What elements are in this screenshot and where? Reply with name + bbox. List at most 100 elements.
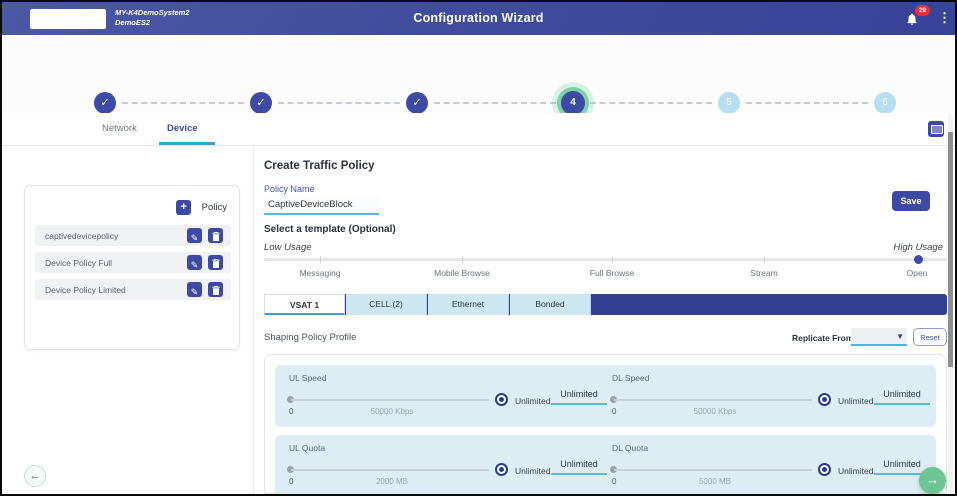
edit-icon: ✎ bbox=[191, 260, 199, 270]
ul-quota-value-field[interactable]: Unlimited bbox=[551, 459, 607, 475]
window-icon[interactable] bbox=[928, 121, 944, 137]
dl-speed-label: DL Speed bbox=[612, 373, 650, 383]
configuration-wizard-window: MY-K4DemoSystem2 DemoES2 Configuration W… bbox=[0, 0, 957, 496]
dl-speed-unlimited-radio[interactable] bbox=[818, 393, 831, 406]
policy-list-item[interactable]: captivedevicepolicy ✎ bbox=[35, 225, 231, 246]
step-general-settings-circle[interactable]: 6 bbox=[874, 92, 896, 114]
trash-icon bbox=[212, 286, 220, 295]
ul-quota-slider-track[interactable] bbox=[291, 469, 489, 471]
edit-icon: ✎ bbox=[191, 233, 199, 243]
scrollbar[interactable] bbox=[948, 114, 953, 494]
quota-card: UL Quota 0 2000 MB Unlimited Unlimited D… bbox=[275, 435, 936, 494]
template-option-messaging[interactable]: Messaging bbox=[299, 268, 340, 278]
policy-name: captivedevicepolicy bbox=[45, 231, 118, 241]
add-policy-button[interactable]: + Policy bbox=[176, 199, 227, 215]
reset-button[interactable]: Reset bbox=[913, 328, 947, 346]
low-usage-label: Low Usage bbox=[264, 242, 312, 253]
view-tab-bar: Network Device bbox=[2, 113, 955, 146]
template-slider-track[interactable] bbox=[264, 258, 947, 261]
edit-policy-button[interactable]: ✎ bbox=[187, 255, 202, 270]
step-firewall-circle[interactable]: 5 bbox=[718, 92, 740, 114]
dl-quota-slider-track[interactable] bbox=[614, 469, 812, 471]
dl-quota-unlimited-label: Unlimited bbox=[838, 466, 873, 476]
step-access-networks-circle[interactable]: ✓ bbox=[250, 92, 272, 114]
tab-network[interactable]: Network bbox=[102, 123, 137, 134]
ul-speed-section: UL Speed 0 50000 Kbps Unlimited Unlimite… bbox=[287, 365, 607, 427]
step-interfaces-circle[interactable]: ✓ bbox=[94, 92, 116, 114]
chevron-down-icon: ▼ bbox=[896, 332, 904, 341]
dl-quota-unlimited-radio[interactable] bbox=[818, 463, 831, 476]
add-policy-label: Policy bbox=[202, 202, 227, 213]
overflow-menu-button[interactable]: ⋮ bbox=[938, 9, 951, 27]
dl-quota-section: DL Quota 0 5000 MB Unlimited Unlimited bbox=[610, 435, 930, 494]
policy-list-item[interactable]: Device Policy Limited ✎ bbox=[35, 279, 231, 300]
template-slider-handle[interactable] bbox=[914, 255, 923, 264]
speed-card: UL Speed 0 50000 Kbps Unlimited Unlimite… bbox=[275, 365, 936, 427]
wan-tab-bonded[interactable]: Bonded bbox=[510, 294, 591, 315]
back-button[interactable]: ← bbox=[24, 465, 46, 487]
next-button[interactable]: → bbox=[919, 467, 946, 494]
ul-speed-max: 50000 Kbps bbox=[332, 407, 452, 416]
replicate-from-label: Replicate From: bbox=[792, 333, 856, 343]
delete-policy-button[interactable] bbox=[208, 228, 223, 243]
ul-speed-min: 0 bbox=[289, 407, 293, 416]
template-option-stream[interactable]: Stream bbox=[750, 268, 777, 278]
shaping-policy-profile-label: Shaping Policy Profile bbox=[264, 332, 356, 343]
ul-quota-label: UL Quota bbox=[289, 443, 325, 453]
create-traffic-policy-title: Create Traffic Policy bbox=[264, 160, 375, 172]
template-option-mobile-browse[interactable]: Mobile Browse bbox=[434, 268, 490, 278]
step-connector bbox=[434, 102, 556, 104]
ul-quota-unlimited-label: Unlimited bbox=[515, 466, 550, 476]
trash-icon bbox=[212, 259, 220, 268]
check-icon: ✓ bbox=[256, 97, 265, 109]
slider-tick bbox=[612, 256, 613, 263]
ul-quota-unlimited-radio[interactable] bbox=[495, 463, 508, 476]
delete-policy-button[interactable] bbox=[208, 255, 223, 270]
check-icon: ✓ bbox=[412, 97, 421, 109]
wan-tab-ethernet[interactable]: Ethernet bbox=[428, 294, 509, 315]
wan-tab-cell[interactable]: CELL (2) bbox=[346, 294, 427, 315]
edit-policy-button[interactable]: ✎ bbox=[187, 282, 202, 297]
policy-name-input[interactable] bbox=[264, 196, 379, 215]
edit-policy-button[interactable]: ✎ bbox=[187, 228, 202, 243]
ul-speed-value-field[interactable]: Unlimited bbox=[551, 389, 607, 405]
policy-name-label: Policy Name bbox=[264, 184, 315, 194]
delete-policy-button[interactable] bbox=[208, 282, 223, 297]
ul-speed-unlimited-radio[interactable] bbox=[495, 393, 508, 406]
policy-list-item[interactable]: Device Policy Full ✎ bbox=[35, 252, 231, 273]
slider-tick bbox=[764, 256, 765, 263]
save-button[interactable]: Save bbox=[892, 191, 930, 211]
dl-speed-max: 50000 Kbps bbox=[655, 407, 775, 416]
ul-quota-section: UL Quota 0 2000 MB Unlimited Unlimited bbox=[287, 435, 607, 494]
wan-tab-bar: VSAT 1 CELL (2) Ethernet Bonded bbox=[264, 294, 947, 315]
trash-icon bbox=[212, 232, 220, 241]
dl-speed-unlimited-label: Unlimited bbox=[838, 396, 873, 406]
replicate-from-select[interactable]: ▼ bbox=[851, 328, 907, 346]
step-wan-profiles-circle[interactable]: ✓ bbox=[406, 92, 428, 114]
policy-name: Device Policy Full bbox=[45, 258, 112, 268]
dl-speed-value-field[interactable]: Unlimited bbox=[874, 389, 930, 405]
shaping-profile-container: UL Speed 0 50000 Kbps Unlimited Unlimite… bbox=[264, 354, 947, 494]
app-header: MY-K4DemoSystem2 DemoES2 Configuration W… bbox=[2, 2, 955, 35]
tab-device[interactable]: Device bbox=[167, 123, 198, 134]
template-option-full-browse[interactable]: Full Browse bbox=[590, 268, 634, 278]
notification-count-badge: 29 bbox=[915, 5, 930, 16]
ul-quota-min: 0 bbox=[289, 477, 293, 486]
dl-speed-slider-track[interactable] bbox=[614, 399, 812, 401]
policy-list-panel: + Policy captivedevicepolicy ✎ Device Po… bbox=[24, 185, 240, 350]
check-icon: ✓ bbox=[100, 97, 109, 109]
step-traffic-policies-circle[interactable]: 4 bbox=[561, 91, 585, 115]
dl-quota-label: DL Quota bbox=[612, 443, 648, 453]
ul-quota-max: 2000 MB bbox=[332, 477, 452, 486]
template-section-label: Select a template (Optional) bbox=[264, 224, 396, 235]
scrollbar-thumb[interactable] bbox=[948, 132, 953, 367]
slider-tick bbox=[320, 256, 321, 263]
ul-speed-slider-track[interactable] bbox=[291, 399, 489, 401]
slider-tick bbox=[462, 256, 463, 263]
step-connector bbox=[278, 102, 400, 104]
plus-icon: + bbox=[176, 200, 191, 215]
page-title: Configuration Wizard bbox=[2, 11, 955, 25]
wan-tab-vsat1[interactable]: VSAT 1 bbox=[264, 294, 345, 315]
edit-icon: ✎ bbox=[191, 287, 199, 297]
template-option-open[interactable]: Open bbox=[907, 268, 928, 278]
